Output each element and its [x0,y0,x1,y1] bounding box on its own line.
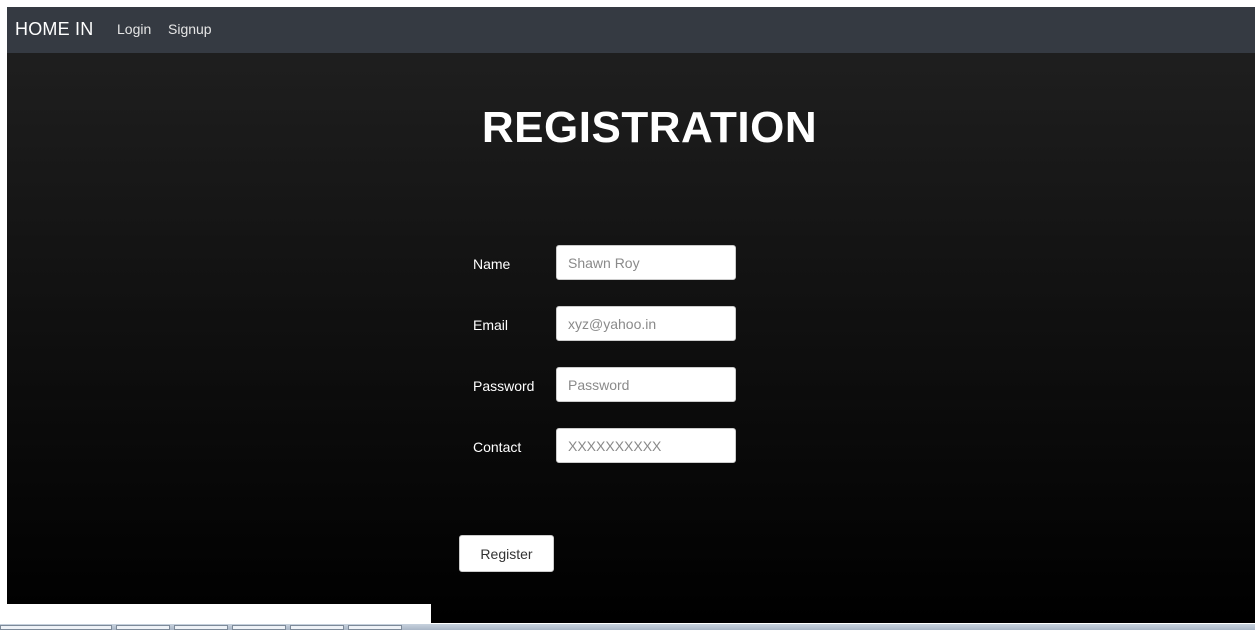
taskbar-item[interactable] [290,625,344,630]
nav-signup-link[interactable]: Signup [168,21,212,37]
name-label: Name [473,256,511,272]
app-frame: HOME IN Login Signup REGISTRATION Name E… [7,7,1255,623]
password-field[interactable] [556,367,736,402]
page-title: REGISTRATION [481,103,818,152]
taskbar-item[interactable] [232,625,286,630]
contact-field[interactable] [556,428,736,463]
brand-link[interactable]: HOME IN [15,19,93,40]
taskbar-item[interactable] [116,625,170,630]
overlay-panel [7,604,431,624]
register-button[interactable]: Register [459,535,554,572]
taskbar-item[interactable] [174,625,228,630]
email-field[interactable] [556,306,736,341]
start-button[interactable] [0,625,112,630]
navbar: HOME IN Login Signup [7,7,1255,53]
taskbar-item[interactable] [348,625,402,630]
email-label: Email [473,317,509,333]
contact-label: Contact [473,439,522,455]
nav-login-link[interactable]: Login [117,21,151,37]
name-field[interactable] [556,245,736,280]
password-label: Password [473,378,535,394]
